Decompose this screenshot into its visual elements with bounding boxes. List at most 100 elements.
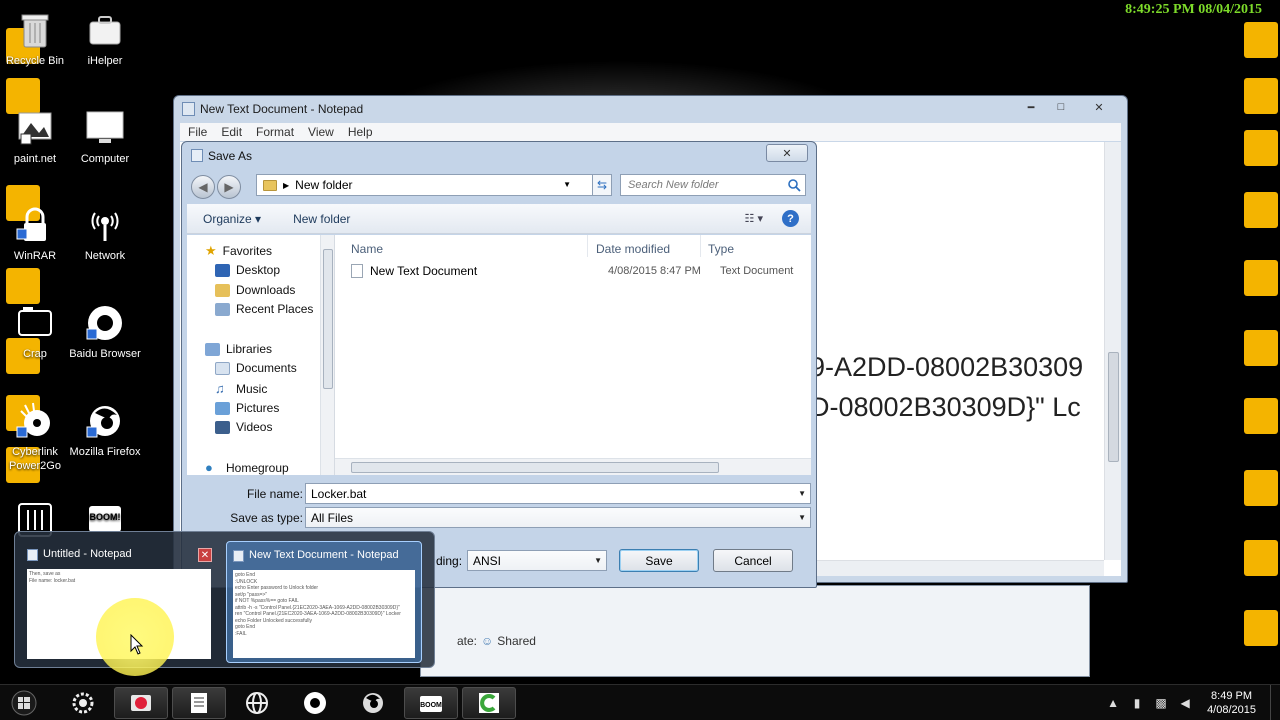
views-button[interactable]: ☷ ▾ (745, 212, 763, 225)
taskbar-baidu[interactable] (288, 687, 342, 719)
help-icon[interactable]: ? (782, 210, 799, 227)
thumbnail-title: Untitled - Notepad (43, 548, 132, 560)
taskbar-browser[interactable] (230, 687, 284, 719)
vertical-scrollbar[interactable] (1104, 142, 1121, 560)
organize-button[interactable]: Organize ▾ (187, 212, 277, 226)
desktop-icon-network[interactable]: Network (68, 205, 142, 263)
desktop-icon-label: Recycle Bin (5, 55, 65, 67)
desktop-icon-baidu[interactable]: Baidu Browser (68, 303, 142, 361)
nav-recent-places[interactable]: Recent Places (215, 302, 313, 316)
cancel-button[interactable]: Cancel (713, 549, 793, 572)
save-type-select[interactable]: All Files ▼ (305, 507, 811, 528)
nav-label: Libraries (226, 342, 273, 356)
signal-icon[interactable]: ▩ (1153, 695, 1169, 711)
refresh-button[interactable]: ⇆ (592, 174, 612, 196)
firefox-icon (363, 693, 383, 713)
svg-text:BOOM: BOOM (420, 702, 442, 709)
taskbar-boom[interactable]: BOOM (404, 687, 458, 719)
back-button[interactable]: ◀ (191, 175, 215, 199)
menu-help[interactable]: Help (348, 125, 373, 139)
window-controls: ━ □ ✕ (1017, 98, 1121, 116)
thumbnail-new-text-document[interactable]: New Text Document - Notepad goto End :UN… (226, 541, 422, 663)
firefox-icon (85, 401, 125, 441)
minimize-button[interactable]: ━ (1017, 98, 1045, 116)
battery-icon[interactable]: ▮ (1129, 695, 1145, 711)
recent-places-icon (215, 302, 230, 316)
new-folder-button[interactable]: New folder (277, 212, 366, 226)
file-list-hscrollbar[interactable] (335, 458, 811, 475)
dialog-close-button[interactable]: ✕ (766, 144, 808, 162)
scroll-thumb[interactable] (1108, 352, 1119, 462)
downloads-icon (215, 283, 230, 297)
column-type[interactable]: Type (708, 242, 734, 256)
text-document-icon (351, 264, 363, 278)
notepad-title: New Text Document - Notepad (200, 102, 364, 116)
start-button[interactable] (0, 687, 48, 719)
music-icon: ♫ (215, 381, 225, 396)
taskbar-clock[interactable]: 8:49 PM 4/08/2015 (1207, 689, 1256, 717)
desktop-icon-recycle-bin[interactable]: Recycle Bin (0, 10, 72, 68)
address-bar[interactable]: ▶ New folder ▼ (256, 174, 602, 196)
column-date-modified[interactable]: Date modified (596, 242, 670, 256)
nav-libraries[interactable]: Libraries (205, 342, 272, 356)
taskbar-camtasia[interactable] (462, 687, 516, 719)
baidu-browser-icon (85, 303, 125, 343)
menu-format[interactable]: Format (256, 125, 294, 139)
menu-view[interactable]: View (308, 125, 334, 139)
desktop-icon-firefox[interactable]: Mozilla Firefox (68, 401, 142, 459)
show-hidden-icons-icon[interactable]: ▲ (1105, 695, 1121, 711)
taskbar-firefox[interactable] (346, 687, 400, 719)
scroll-thumb[interactable] (351, 462, 719, 473)
nav-music[interactable]: ♫ Music (215, 381, 267, 396)
file-list[interactable]: Name Date modified Type New Text Documen… (335, 235, 811, 475)
close-button[interactable]: ✕ (1077, 98, 1121, 116)
taskbar-recorder[interactable] (114, 687, 168, 719)
nav-favorites[interactable]: ★ Favorites (205, 243, 272, 259)
desktop-icon-power2go[interactable]: Cyberlink Power2Go (0, 401, 72, 473)
menu-edit[interactable]: Edit (221, 125, 242, 139)
paintnet-icon (15, 108, 55, 148)
dialog-toolbar: Organize ▾ New folder ☷ ▾ ? (187, 204, 811, 234)
column-name[interactable]: Name (351, 242, 383, 256)
nav-downloads[interactable]: Downloads (215, 283, 295, 297)
nav-label: Pictures (236, 401, 280, 415)
maximize-button[interactable]: □ (1047, 98, 1075, 116)
desktop-icon-computer[interactable]: Computer (68, 108, 142, 166)
power2go-icon (15, 401, 55, 441)
file-name-label: File name: (246, 487, 303, 501)
nav-scrollbar[interactable] (320, 235, 334, 475)
chevron-down-icon[interactable]: ▼ (563, 180, 571, 189)
volume-icon[interactable]: ◀ (1177, 695, 1193, 711)
scroll-thumb[interactable] (323, 249, 333, 389)
thumbnail-close-button[interactable]: ✕ (198, 548, 212, 562)
partial-label: ate: (457, 634, 478, 648)
notepad-icon (27, 549, 38, 561)
nav-documents[interactable]: Documents (215, 361, 297, 375)
file-name-input[interactable]: Locker.bat ▼ (305, 483, 811, 504)
file-row[interactable]: New Text Document 4/08/2015 8:47 PM Text… (351, 261, 803, 281)
show-desktop-button[interactable] (1270, 685, 1280, 720)
desktop-icon-paintnet[interactable]: paint.net (0, 108, 72, 166)
nav-pictures[interactable]: Pictures (215, 401, 279, 415)
taskbar-settings[interactable] (56, 687, 110, 719)
nav-desktop[interactable]: Desktop (215, 263, 280, 277)
desktop-icon-ihelper[interactable]: iHelper (68, 10, 142, 68)
taskbar-notepad[interactable] (172, 687, 226, 719)
forward-button[interactable]: ▶ (217, 175, 241, 199)
nav-label: Homegroup (226, 460, 289, 475)
chevron-down-icon[interactable]: ▼ (798, 489, 806, 498)
desktop-icon-crap[interactable]: Crap (0, 303, 72, 361)
dialog-icon (191, 149, 203, 162)
encoding-select[interactable]: ANSI ▼ (467, 550, 607, 571)
save-as-dialog[interactable]: Save As ✕ ◀ ▶ ▶ New folder ▼ ⇆ Search Ne… (181, 141, 817, 588)
breadcrumb[interactable]: New folder (295, 178, 352, 192)
background-explorer-window[interactable]: ate: ☺ Shared (420, 585, 1090, 677)
nav-videos[interactable]: Videos (215, 420, 272, 434)
menu-file[interactable]: File (188, 125, 207, 139)
nav-homegroup[interactable]: ● Homegroup (205, 460, 289, 475)
nav-label: Favorites (222, 244, 273, 258)
search-placeholder: Search New folder (628, 179, 719, 191)
desktop-icon-winrar[interactable]: WinRAR (0, 205, 72, 263)
save-button[interactable]: Save (619, 549, 699, 572)
search-input[interactable]: Search New folder (620, 174, 806, 196)
